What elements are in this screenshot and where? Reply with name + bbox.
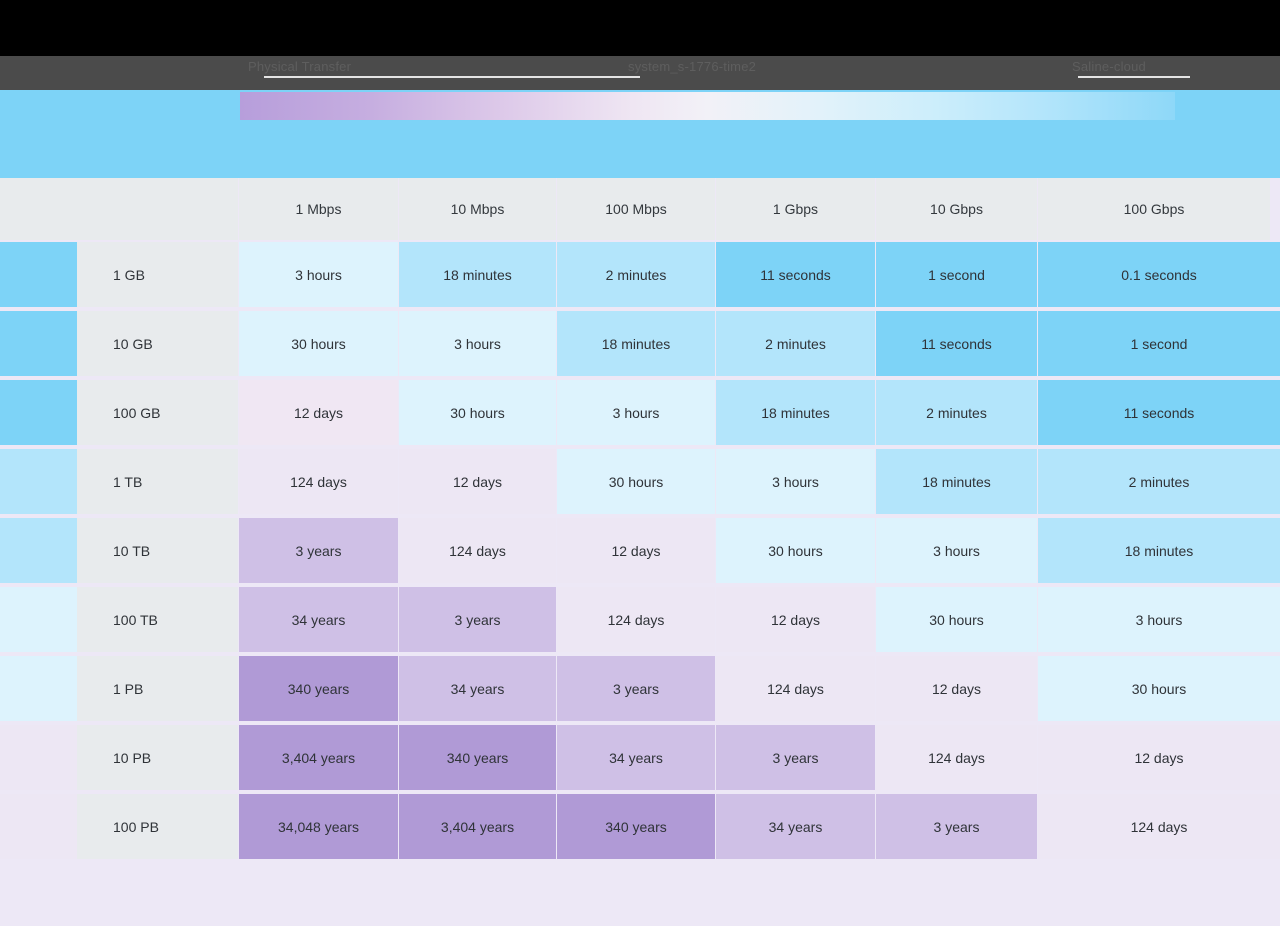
row-header: 1 GB bbox=[77, 242, 238, 307]
column-header-0: 1 Mbps bbox=[239, 178, 398, 240]
matrix-cell: 124 days bbox=[399, 518, 556, 583]
matrix-row: 10 TB 3 years 124 days 12 days 30 hours 3 hou… bbox=[0, 518, 1280, 587]
matrix-row: 1 TB 124 days 12 days 30 hours 3 hours 18 min… bbox=[0, 449, 1280, 518]
matrix-row: 10 GB 30 hours 3 hours 18 minutes 2 minutes 1… bbox=[0, 311, 1280, 380]
row-color-stripe bbox=[0, 449, 77, 514]
column-header-3: 1 Gbps bbox=[716, 178, 875, 240]
matrix-cell: 124 days bbox=[239, 449, 398, 514]
address-bar-text[interactable]: system_s-1776-time2 bbox=[628, 56, 756, 78]
matrix-cell: 18 minutes bbox=[557, 311, 715, 376]
matrix-cell: 18 minutes bbox=[716, 380, 875, 445]
matrix-cell: 18 minutes bbox=[1038, 518, 1280, 583]
matrix-cell: 3 hours bbox=[876, 518, 1037, 583]
column-header-1: 10 Mbps bbox=[399, 178, 556, 240]
matrix-cell: 3 years bbox=[716, 725, 875, 790]
browser-tab-title[interactable]: Physical Transfer bbox=[248, 56, 351, 78]
matrix-cell: 124 days bbox=[1038, 794, 1280, 859]
matrix-cell: 3 hours bbox=[1038, 587, 1280, 652]
matrix-cell: 11 seconds bbox=[876, 311, 1037, 376]
matrix-corner-cell bbox=[0, 178, 238, 240]
matrix-row: 100 TB 34 years 3 years 124 days 12 days 30 h… bbox=[0, 587, 1280, 656]
matrix-cell: 3 hours bbox=[399, 311, 556, 376]
matrix-cell: 3 hours bbox=[716, 449, 875, 514]
matrix-cell: 3,404 years bbox=[399, 794, 556, 859]
matrix-cell: 3 years bbox=[557, 656, 715, 721]
matrix-row: 10 PB 3,404 years 340 years 34 years 3 years… bbox=[0, 725, 1280, 794]
matrix-cell: 12 days bbox=[1038, 725, 1280, 790]
matrix-cell: 30 hours bbox=[239, 311, 398, 376]
screen-top-bezel bbox=[0, 0, 1280, 56]
matrix-cell: 1 second bbox=[1038, 311, 1280, 376]
matrix-cell: 34 years bbox=[399, 656, 556, 721]
matrix-cell: 12 days bbox=[399, 449, 556, 514]
row-header: 10 PB bbox=[77, 725, 238, 790]
matrix-cell: 30 hours bbox=[557, 449, 715, 514]
matrix-cell: 30 hours bbox=[876, 587, 1037, 652]
matrix-cell: 11 seconds bbox=[716, 242, 875, 307]
matrix-cell: 3 hours bbox=[557, 380, 715, 445]
matrix-cell: 1 second bbox=[876, 242, 1037, 307]
matrix-cell: 12 days bbox=[557, 518, 715, 583]
row-header: 10 GB bbox=[77, 311, 238, 376]
matrix-cell: 18 minutes bbox=[399, 242, 556, 307]
column-header-5: 100 Gbps bbox=[1038, 178, 1270, 240]
matrix-row: 1 GB 3 hours 18 minutes 2 minutes 11 seconds… bbox=[0, 242, 1280, 311]
row-color-stripe bbox=[0, 242, 77, 307]
matrix-cell: 124 days bbox=[557, 587, 715, 652]
row-header: 1 PB bbox=[77, 656, 238, 721]
matrix-cell: 34 years bbox=[716, 794, 875, 859]
row-color-stripe bbox=[0, 380, 77, 445]
row-color-stripe bbox=[0, 311, 77, 376]
matrix-cell: 34,048 years bbox=[239, 794, 398, 859]
matrix-cell: 12 days bbox=[876, 656, 1037, 721]
matrix-cell: 12 days bbox=[716, 587, 875, 652]
matrix-cell: 3 years bbox=[239, 518, 398, 583]
column-header-4: 10 Gbps bbox=[876, 178, 1037, 240]
row-color-stripe bbox=[0, 656, 77, 721]
matrix-cell: 3 hours bbox=[239, 242, 398, 307]
matrix-row: 100 GB 12 days 30 hours 3 hours 18 minutes 2 … bbox=[0, 380, 1280, 449]
matrix-body: 1 GB 3 hours 18 minutes 2 minutes 11 seconds… bbox=[0, 242, 1280, 863]
matrix-cell: 2 minutes bbox=[1038, 449, 1280, 514]
matrix-cell: 2 minutes bbox=[716, 311, 875, 376]
row-header: 100 TB bbox=[77, 587, 238, 652]
row-header: 1 TB bbox=[77, 449, 238, 514]
matrix-cell: 124 days bbox=[716, 656, 875, 721]
matrix-cell: 124 days bbox=[876, 725, 1037, 790]
matrix-cell: 12 days bbox=[239, 380, 398, 445]
matrix-cell: 0.1 seconds bbox=[1038, 242, 1280, 307]
row-color-stripe bbox=[0, 725, 77, 790]
matrix-cell: 34 years bbox=[557, 725, 715, 790]
matrix-cell: 340 years bbox=[239, 656, 398, 721]
matrix-cell: 11 seconds bbox=[1038, 380, 1280, 445]
matrix-header-row: 1 Mbps 10 Mbps 100 Mbps 1 Gbps 10 Gbps 1… bbox=[0, 178, 1280, 242]
column-header-2: 100 Mbps bbox=[557, 178, 715, 240]
matrix-cell: 3 years bbox=[399, 587, 556, 652]
row-color-stripe bbox=[0, 794, 77, 859]
speed-gradient-bar bbox=[240, 92, 1175, 120]
matrix-cell: 30 hours bbox=[1038, 656, 1280, 721]
matrix-cell: 3,404 years bbox=[239, 725, 398, 790]
browser-account-label[interactable]: Saline-cloud bbox=[1072, 56, 1146, 78]
matrix-row: 1 PB 340 years 34 years 3 years 124 days 12 d… bbox=[0, 656, 1280, 725]
matrix-cell: 30 hours bbox=[399, 380, 556, 445]
row-color-stripe bbox=[0, 518, 77, 583]
matrix-cell: 18 minutes bbox=[876, 449, 1037, 514]
matrix-cell: 340 years bbox=[557, 794, 715, 859]
toolbar-underline bbox=[1078, 76, 1190, 78]
row-header: 10 TB bbox=[77, 518, 238, 583]
row-header: 100 GB bbox=[77, 380, 238, 445]
matrix-cell: 2 minutes bbox=[557, 242, 715, 307]
matrix-cell: 30 hours bbox=[716, 518, 875, 583]
transfer-time-matrix: 1 Mbps 10 Mbps 100 Mbps 1 Gbps 10 Gbps 1… bbox=[0, 178, 1280, 863]
matrix-cell: 2 minutes bbox=[876, 380, 1037, 445]
matrix-cell: 340 years bbox=[399, 725, 556, 790]
matrix-row: 100 PB 34,048 years 3,404 years 340 years 34… bbox=[0, 794, 1280, 863]
row-color-stripe bbox=[0, 587, 77, 652]
matrix-cell: 34 years bbox=[239, 587, 398, 652]
row-header: 100 PB bbox=[77, 794, 238, 859]
address-bar-underline bbox=[264, 76, 640, 78]
matrix-cell: 3 years bbox=[876, 794, 1037, 859]
